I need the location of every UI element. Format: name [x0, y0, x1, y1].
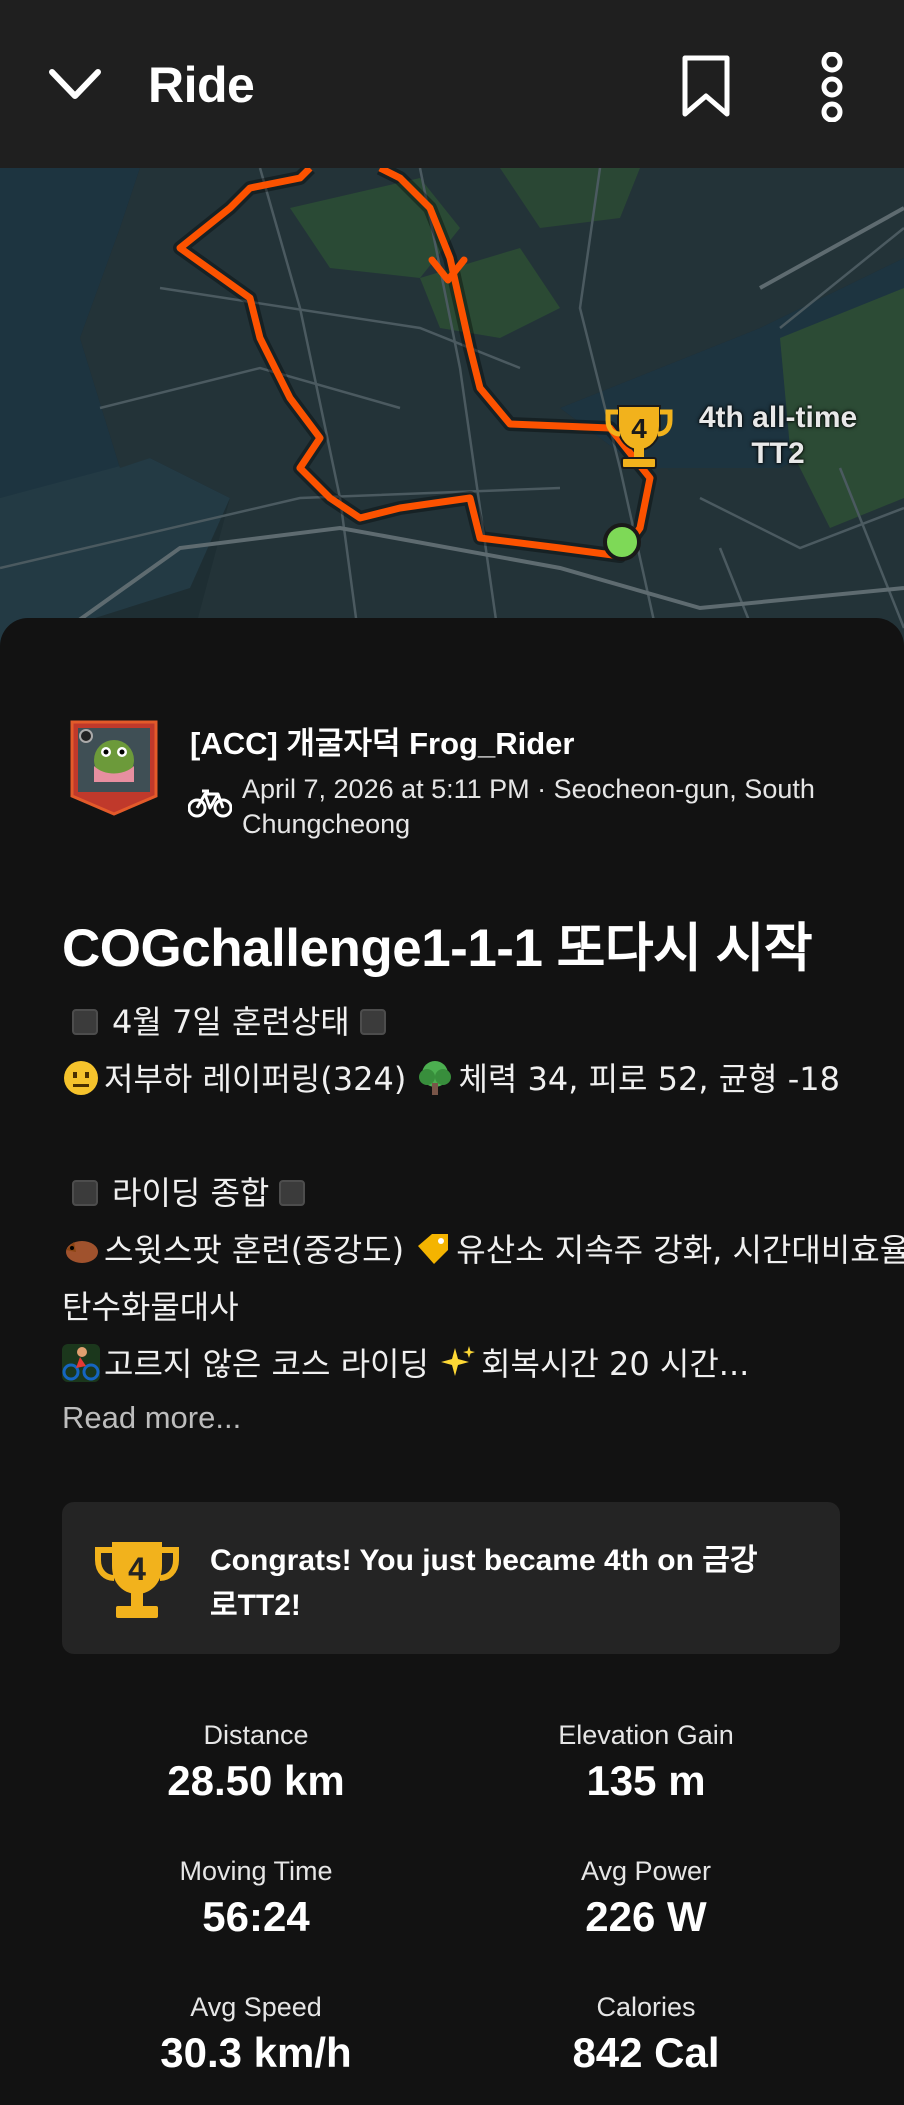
desc-line: 라이딩 종합: [62, 1165, 852, 1222]
achievement-text: Congrats! You just became 4th on 금강로TT2!: [210, 1544, 758, 1622]
stat-value: 842 Cal: [572, 2029, 720, 2076]
stat-label: Elevation Gain: [558, 1720, 734, 1750]
athlete-name[interactable]: [ACC] 개굴자덕 Frog_Rider: [190, 718, 574, 763]
desc-heading: 라이딩 종합: [112, 1174, 270, 1212]
start-marker: [603, 523, 641, 561]
stat-calories: Calories 842 Cal: [420, 1992, 872, 2077]
segment-rank-label: 4th all-time TT2: [668, 400, 888, 472]
neutral-face-icon: [64, 1061, 98, 1095]
sparkles-icon: [441, 1346, 476, 1376]
black-square-icon: [279, 1180, 306, 1206]
page-title: Ride: [148, 57, 255, 113]
boar-icon: [66, 1241, 98, 1263]
stat-avg-speed: Avg Speed 30.3 km/h: [30, 1992, 482, 2077]
desc-text: 고르지 않은 코스 라이딩: [104, 1345, 429, 1383]
activity-title: COGchallenge1-1-1 또다시 시작: [62, 919, 813, 978]
stat-label: Calories: [596, 1992, 696, 2022]
activity-description: 4월 7일 훈련상태 저부하 레이퍼링(324) 체력 34, 피로 52, 균…: [62, 994, 904, 1393]
trophy-icon: 4: [605, 405, 673, 469]
bike-icon: [188, 789, 232, 818]
stat-label: Distance: [203, 1720, 309, 1750]
activity-meta: April 7, 2026 at 5:11 PM · Seocheon-gun,…: [242, 774, 815, 839]
svg-text:4: 4: [128, 1551, 146, 1587]
stat-avg-power: Avg Power 226 W: [420, 1856, 872, 1941]
stat-value: 30.3 km/h: [160, 2029, 352, 2076]
desc-text: 저부하 레이퍼링(324): [104, 1060, 407, 1098]
desc-text: 회복시간 20 시간...: [481, 1345, 750, 1383]
stat-elevation-gain: Elevation Gain 135 m: [420, 1720, 872, 1805]
stat-moving-time: Moving Time 56:24: [30, 1856, 482, 1941]
desc-text: 체력 34, 피로 52, 균형 -18: [458, 1060, 841, 1098]
trophy-icon: 4: [95, 1542, 179, 1618]
stat-label: Avg Speed: [190, 1992, 322, 2022]
top-app-bar: Ride: [0, 0, 904, 168]
desc-line: 고르지 않은 코스 라이딩 회복시간 20 시간...: [62, 1336, 852, 1393]
stat-value: 226 W: [585, 1893, 707, 1940]
segment-rank-line1: 4th all-time: [698, 401, 858, 434]
desc-line: 저부하 레이퍼링(324) 체력 34, 피로 52, 균형 -18: [62, 1051, 852, 1108]
tree-icon: [419, 1061, 452, 1095]
stat-value: 28.50 km: [167, 1757, 345, 1804]
read-more-link[interactable]: Read more...: [62, 1400, 241, 1436]
svg-text:4: 4: [631, 413, 647, 444]
black-square-icon: [72, 1180, 98, 1206]
desc-line: 4월 7일 훈련상태: [62, 994, 852, 1051]
stat-distance: Distance 28.50 km: [30, 1720, 482, 1805]
desc-text: 유산소 지속주 강화, 시간대비효율,: [456, 1231, 904, 1269]
desc-text: 스윗스팟 훈련(중강도): [104, 1231, 405, 1269]
black-square-icon: [359, 1009, 386, 1035]
stat-label: Moving Time: [179, 1856, 333, 1886]
stat-label: Avg Power: [580, 1856, 712, 1886]
label-tag-icon: [418, 1234, 449, 1264]
cyclist-icon: [62, 1344, 100, 1382]
desc-line: 탄수화물대사: [62, 1288, 239, 1326]
stat-value: 56:24: [202, 1893, 310, 1940]
desc-line: 스윗스팟 훈련(중강도) 유산소 지속주 강화, 시간대비효율,: [62, 1222, 904, 1279]
bookmark-icon[interactable]: [680, 54, 732, 118]
avatar[interactable]: [70, 720, 158, 816]
chevron-down-icon[interactable]: [48, 64, 102, 104]
segment-rank-line2: TT2: [751, 437, 805, 470]
route-map[interactable]: 4 4th all-time TT2: [0, 168, 904, 648]
desc-heading: 4월 7일 훈련상태: [112, 1003, 350, 1041]
black-square-icon: [72, 1009, 98, 1035]
more-vertical-icon[interactable]: [812, 52, 852, 122]
achievement-card[interactable]: 4 Congrats! You just became 4th on 금강로TT…: [62, 1502, 840, 1654]
stat-value: 135 m: [586, 1757, 706, 1804]
